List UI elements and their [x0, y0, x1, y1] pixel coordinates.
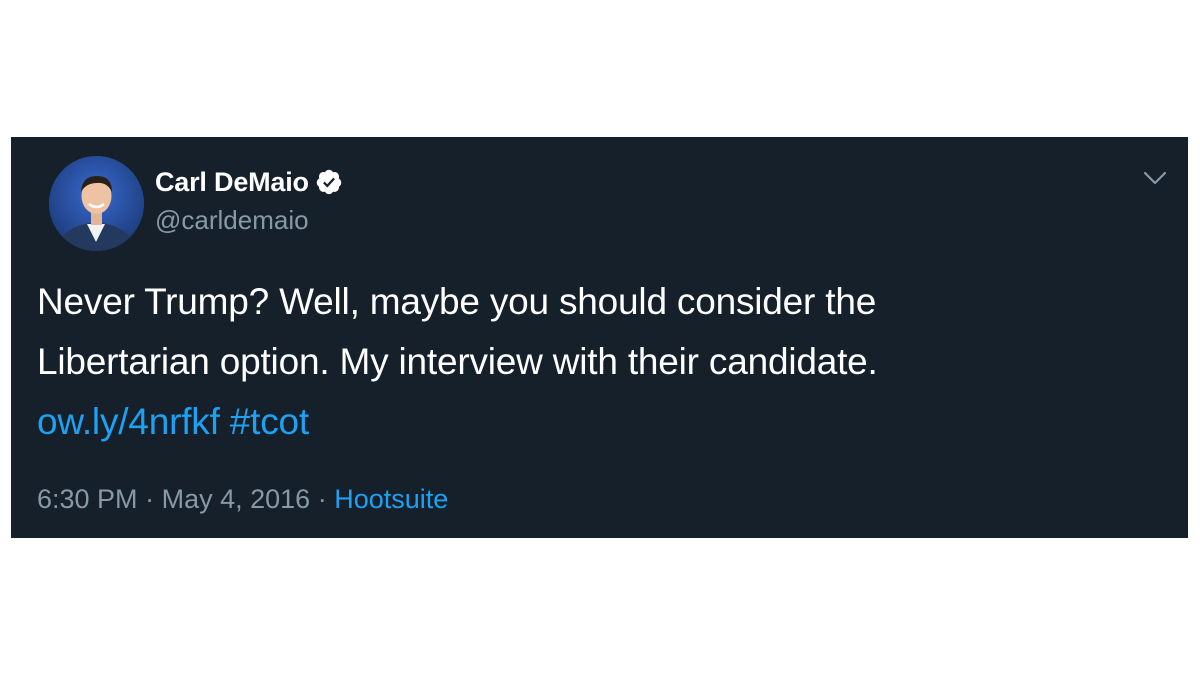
tweet-links-line: ow.ly/4nrfkf #tcot	[37, 392, 1157, 452]
tweet-text-line: Never Trump? Well, maybe you should cons…	[37, 281, 877, 322]
verified-badge-icon	[315, 168, 343, 196]
tweet-card: Carl DeMaio @carldemaio Never Trump? Wel…	[11, 137, 1188, 538]
tweet-time[interactable]: 6:30 PM	[37, 484, 138, 514]
tweet-date[interactable]: May 4, 2016	[162, 484, 311, 514]
author-handle[interactable]: @carldemaio	[155, 203, 309, 237]
tweet-source[interactable]: Hootsuite	[334, 484, 448, 514]
avatar[interactable]	[49, 156, 144, 251]
tweet-menu-button[interactable]	[1140, 163, 1170, 193]
tweet-link[interactable]: ow.ly/4nrfkf	[37, 401, 220, 442]
tweet-text-line: Libertarian option. My interview with th…	[37, 341, 878, 382]
tweet-meta: 6:30 PM · May 4, 2016 · Hootsuite	[37, 481, 448, 517]
hashtag-link[interactable]: #tcot	[230, 401, 309, 442]
tweet-text: Never Trump? Well, maybe you should cons…	[37, 272, 1157, 452]
meta-separator: ·	[145, 484, 155, 514]
profile-photo-icon	[49, 156, 144, 251]
author-name[interactable]: Carl DeMaio	[155, 164, 309, 200]
meta-separator: ·	[317, 484, 327, 514]
author-name-row[interactable]: Carl DeMaio	[155, 164, 343, 200]
chevron-down-icon	[1143, 171, 1167, 185]
